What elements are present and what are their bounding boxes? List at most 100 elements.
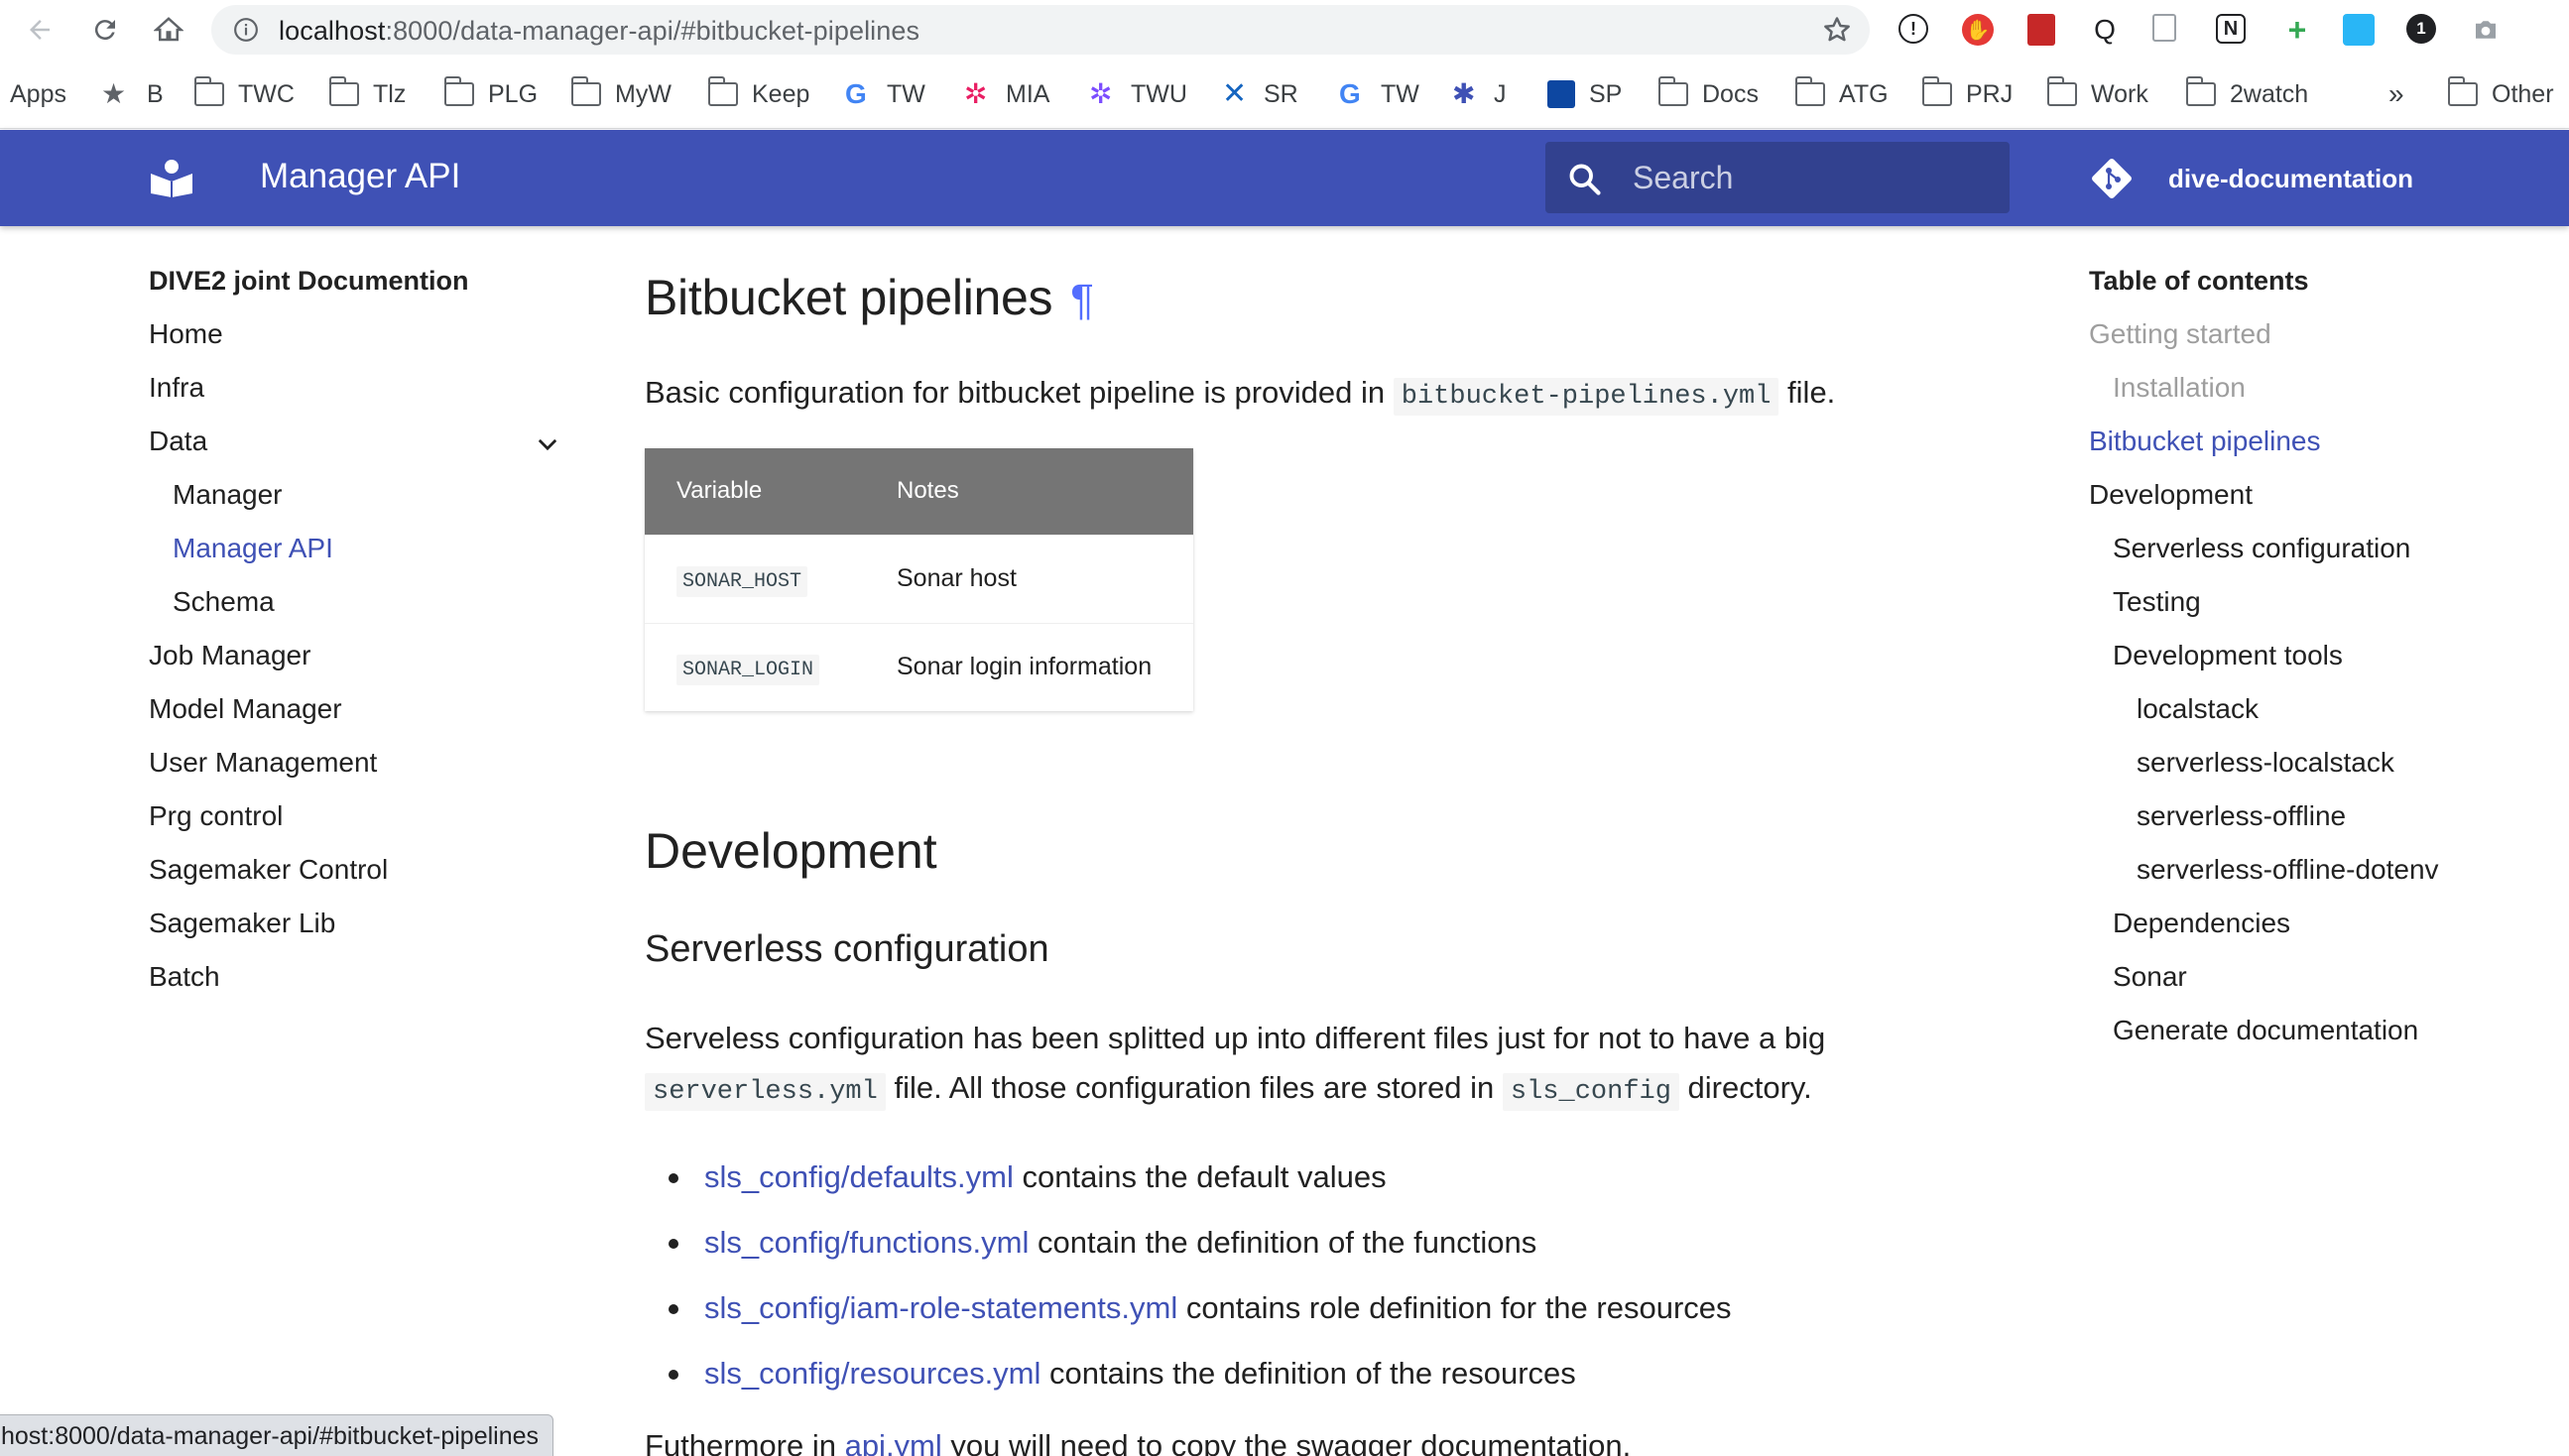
nav-item-batch[interactable]: Batch (149, 962, 565, 1016)
toc-item-testing[interactable]: Testing (2089, 587, 2525, 641)
nav-item-model-manager[interactable]: Model Manager (149, 694, 565, 748)
api-yml-link[interactable]: api.yml (845, 1428, 942, 1456)
bookmark-twc[interactable]: TWC (193, 76, 295, 111)
address-bar[interactable]: localhost:8000/data-manager-api/#bitbuck… (211, 5, 1870, 55)
toc-item-installation[interactable]: Installation (2089, 373, 2525, 426)
nav-item-infra[interactable]: Infra (149, 373, 565, 426)
back-button[interactable] (18, 8, 61, 52)
window-extension-icon[interactable] (2343, 14, 2375, 46)
bookmark-label: SR (1264, 79, 1298, 108)
folder-icon (443, 76, 474, 106)
bookmark-mia[interactable]: ✲ MIA (964, 77, 1049, 111)
browser-toolbar: localhost:8000/data-manager-api/#bitbuck… (0, 0, 2569, 60)
nav-item-schema[interactable]: Schema (149, 587, 565, 641)
chevron-down-icon[interactable] (534, 430, 561, 458)
bookmark-other[interactable]: Other (2447, 76, 2554, 111)
functions-yml-link[interactable]: sls_config/functions.yml (704, 1225, 1029, 1260)
nav-item-user-management[interactable]: User Management (149, 748, 565, 801)
toc-item-development-tools[interactable]: Development tools (2089, 641, 2525, 694)
para1-text-b: file. All those configuration files are … (885, 1070, 1503, 1105)
nav-item-job-manager[interactable]: Job Manager (149, 641, 565, 694)
bookmark-j[interactable]: ✱ J (1452, 77, 1507, 111)
folder-icon (193, 76, 224, 106)
bookmarks-overflow-button[interactable]: » (2388, 77, 2404, 111)
nav-item-sagemaker-control[interactable]: Sagemaker Control (149, 855, 565, 909)
bookmark-b[interactable]: ★ B (101, 77, 164, 111)
bookmark-myw[interactable]: MyW (570, 76, 672, 111)
heading-text: Bitbucket pipelines (645, 270, 1053, 325)
bookmark-twu[interactable]: ✲ TWU (1089, 77, 1187, 111)
nav-item-home[interactable]: Home (149, 319, 565, 373)
bookmark-plg[interactable]: PLG (443, 76, 539, 111)
folder-icon (2046, 76, 2077, 106)
adblock-extension-icon[interactable]: ✋ (1962, 14, 1994, 46)
bookmark-keep[interactable]: Keep (707, 76, 809, 111)
copy-extension-icon[interactable] (2152, 14, 2176, 42)
bookmark-label: PLG (488, 79, 539, 108)
bookmark-label: SP (1589, 79, 1623, 108)
variable-cell: SONAR_HOST (645, 534, 865, 623)
toc-item-dependencies[interactable]: Dependencies (2089, 909, 2525, 962)
toc-item-generate-documentation[interactable]: Generate documentation (2089, 1016, 2525, 1069)
nav-item-prg-control[interactable]: Prg control (149, 801, 565, 855)
book-logo-icon[interactable] (149, 158, 194, 197)
folder-icon (2185, 76, 2216, 106)
toc-item-development[interactable]: Development (2089, 480, 2525, 534)
permalink-anchor[interactable]: ¶ (1070, 276, 1094, 324)
para1-text-c: directory. (1678, 1070, 1812, 1105)
bookmark-label: Work (2091, 79, 2148, 108)
repo-name: dive-documentation (2168, 163, 2414, 193)
toc-item-getting-started[interactable]: Getting started (2089, 319, 2525, 373)
nav-item-manager-api[interactable]: Manager API (149, 534, 565, 587)
nav-item-data[interactable]: Data (149, 426, 565, 480)
search-box[interactable] (1545, 142, 2010, 213)
bookmark-tw-2[interactable]: G TW (1339, 77, 1419, 111)
camera-icon (2476, 21, 2496, 39)
home-button[interactable] (147, 8, 190, 52)
toc-item-serverless-offline[interactable]: serverless-offline (2089, 801, 2525, 855)
list-item: sls_config/defaults.yml contains the def… (645, 1145, 1732, 1210)
url-host: localhost (279, 16, 386, 46)
table-of-contents: Table of contents Getting started Instal… (2089, 266, 2525, 1069)
notion-extension-icon[interactable]: N (2216, 14, 2246, 44)
resources-yml-link[interactable]: sls_config/resources.yml (704, 1356, 1040, 1391)
camera-extension-icon[interactable] (2470, 14, 2502, 46)
bookmark-prj[interactable]: PRJ (1921, 76, 2013, 111)
red-book-extension-icon[interactable] (2027, 14, 2055, 46)
bookmark-apps[interactable]: Apps (10, 77, 66, 111)
one-extension-icon[interactable]: 1 (2406, 14, 2436, 44)
defaults-yml-link[interactable]: sls_config/defaults.yml (704, 1159, 1014, 1194)
bookmark-tw[interactable]: G TW (845, 77, 925, 111)
password-manager-extension-icon[interactable]: ! (1898, 14, 1928, 44)
toc-item-sonar[interactable]: Sonar (2089, 962, 2525, 1016)
toc-item-serverless-configuration[interactable]: Serverless configuration (2089, 534, 2525, 587)
list-item-text: contains the default values (1013, 1159, 1387, 1194)
bookmark-docs[interactable]: Docs (1657, 76, 1759, 111)
search-q-extension-icon[interactable]: Q (2089, 14, 2121, 46)
search-input[interactable] (1633, 160, 1990, 195)
toc-item-serverless-localstack[interactable]: serverless-localstack (2089, 748, 2525, 801)
info-icon[interactable] (233, 17, 259, 43)
bookmark-sp[interactable]: SP (1547, 77, 1622, 111)
subsection-heading-serverless: Serverless configuration (645, 928, 1049, 970)
bookmark-atg[interactable]: ATG (1794, 76, 1889, 111)
iam-role-statements-yml-link[interactable]: sls_config/iam-role-statements.yml (704, 1290, 1177, 1325)
bookmark-2watch[interactable]: 2watch (2185, 76, 2308, 111)
para1-text-a: Serveless configuration has been splitte… (645, 1021, 1826, 1055)
forward-button[interactable] (83, 8, 127, 52)
plus-extension-icon[interactable]: + (2281, 12, 2313, 48)
repo-link[interactable]: dive-documentation (2089, 156, 2413, 201)
page-heading: Bitbucket pipelines ¶ (645, 269, 1094, 326)
nav-item-manager[interactable]: Manager (149, 480, 565, 534)
bookmark-sr[interactable]: ✕ SR (1222, 77, 1298, 111)
toc-item-bitbucket-pipelines[interactable]: Bitbucket pipelines (2089, 426, 2525, 480)
nav-item-sagemaker-lib[interactable]: Sagemaker Lib (149, 909, 565, 962)
toc-item-serverless-offline-dotenv[interactable]: serverless-offline-dotenv (2089, 855, 2525, 909)
jira-icon: ✱ (1452, 78, 1476, 109)
url-text[interactable]: localhost:8000/data-manager-api/#bitbuck… (279, 16, 919, 47)
bookmark-star-icon[interactable] (1822, 15, 1852, 45)
bookmark-work[interactable]: Work (2046, 76, 2148, 111)
bookmark-tlz[interactable]: Tlz (328, 76, 406, 111)
table-header-row: Variable Notes (645, 448, 1193, 535)
toc-item-localstack[interactable]: localstack (2089, 694, 2525, 748)
